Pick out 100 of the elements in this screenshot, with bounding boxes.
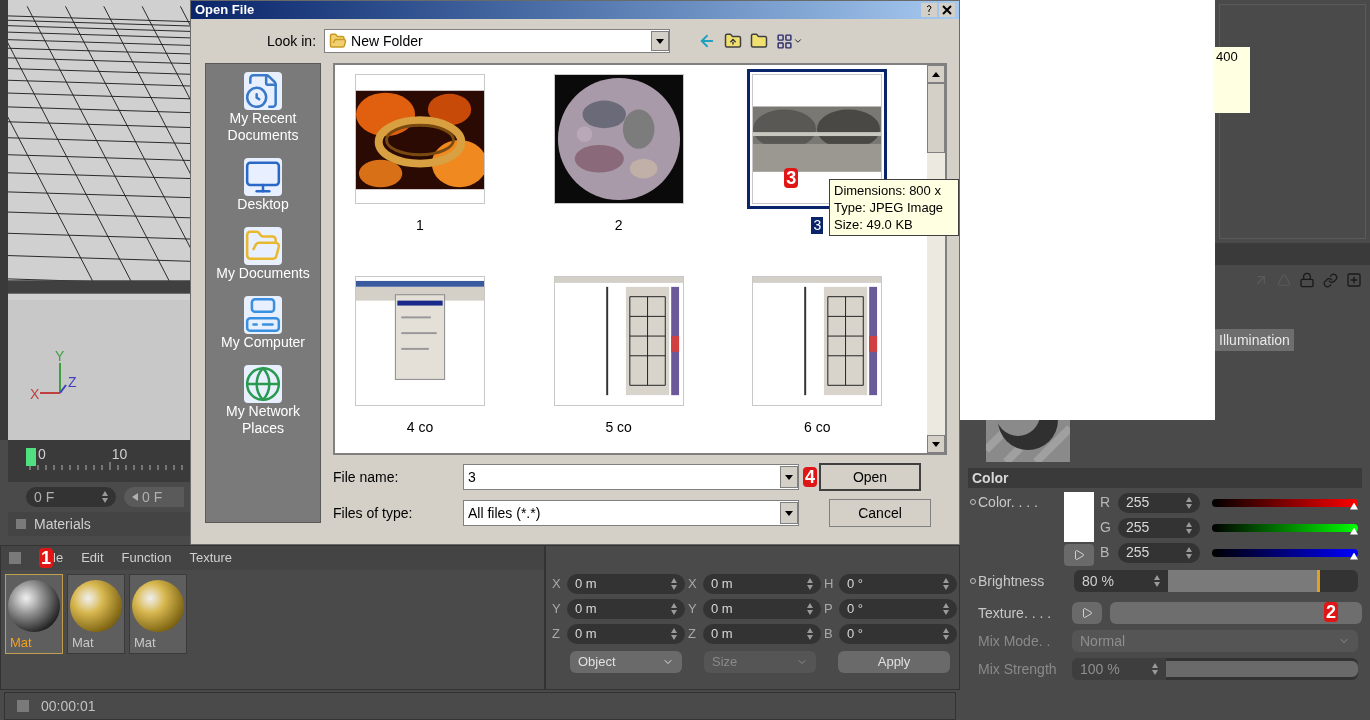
mode-dropdown[interactable]: Object (570, 651, 682, 673)
step-number: 4 (803, 467, 817, 487)
up-folder-icon[interactable] (724, 32, 743, 50)
help-button[interactable] (921, 3, 937, 17)
step-number: 1 (39, 548, 53, 568)
spinner-icon[interactable] (943, 603, 949, 615)
color-swatch[interactable] (1064, 492, 1094, 542)
material-tile[interactable]: Mat (129, 574, 187, 654)
material-sphere-icon (69, 579, 123, 633)
cancel-button[interactable]: Cancel (829, 499, 931, 527)
spinner-icon[interactable] (1186, 546, 1192, 559)
field-label: Mix Strength (978, 659, 1058, 679)
scroll-thumb[interactable] (927, 83, 945, 153)
number-field[interactable]: 80 % (1074, 570, 1168, 592)
menu-item[interactable]: Function (121, 548, 172, 568)
number-field[interactable]: 255 (1118, 517, 1200, 538)
dropdown-button[interactable] (651, 31, 670, 51)
field-label: Texture. . . . (978, 603, 1053, 623)
number-field[interactable]: 0 m (567, 624, 685, 644)
file-type-dropdown[interactable]: All files (*.*) (463, 500, 799, 526)
tooltip-line: Size: 49.0 KB (834, 216, 914, 233)
apply-button[interactable]: Apply (838, 651, 950, 673)
spinner-icon[interactable] (671, 603, 677, 615)
spinner-icon[interactable] (807, 603, 813, 615)
place-item[interactable]: My Computer (209, 296, 317, 351)
spinner-icon[interactable] (1186, 496, 1192, 509)
computer-icon (244, 296, 282, 334)
file-name: 4 co (405, 419, 435, 436)
folder-icon (244, 227, 282, 265)
number-field[interactable]: 0 m (567, 574, 685, 594)
file-item[interactable]: 4 co (349, 271, 491, 453)
spinner-icon[interactable] (1186, 521, 1192, 534)
open-button[interactable]: Open (819, 463, 921, 491)
spinner-icon[interactable] (943, 628, 949, 640)
color-slider[interactable] (1212, 523, 1358, 532)
tab[interactable]: Illumination (1215, 329, 1294, 351)
tooltip-line: Dimensions: 800 x (834, 182, 942, 199)
brightness-slider[interactable] (1168, 570, 1358, 592)
play-icon[interactable] (1072, 602, 1102, 624)
spinner-icon[interactable] (671, 578, 677, 590)
grip-icon (9, 552, 21, 564)
grip-icon (16, 519, 26, 529)
number-field[interactable]: 0 ° (839, 599, 957, 619)
slider-thumb[interactable] (1350, 527, 1358, 535)
panel-title: Materials (34, 514, 91, 534)
menu-item[interactable]: Edit (81, 548, 104, 568)
number-field[interactable]: 0 m (703, 624, 821, 644)
look-in-dropdown[interactable]: New Folder (324, 29, 671, 53)
spinner-icon[interactable] (671, 628, 677, 640)
file-name: 5 co (604, 419, 633, 436)
spinner-icon[interactable] (1154, 575, 1160, 587)
view-menu-button[interactable] (776, 32, 804, 50)
axis-label: Z (688, 625, 697, 644)
axis-label: H (824, 575, 835, 594)
number-field[interactable]: 0 m (703, 599, 821, 619)
slider-thumb[interactable] (1350, 502, 1358, 510)
color-slider[interactable] (1212, 498, 1358, 507)
spinner-icon[interactable] (807, 628, 813, 640)
menu-item[interactable]: le (53, 548, 64, 568)
field-label: Color. . . . (978, 493, 1039, 512)
timeline[interactable]: 0 10 (8, 440, 190, 482)
play-icon[interactable] (1064, 544, 1094, 566)
file-type-label: Files of type: (333, 503, 414, 523)
axis-label: B (824, 625, 834, 644)
color-slider[interactable] (1212, 548, 1358, 557)
material-tile[interactable]: Mat (67, 574, 125, 654)
spinner-icon[interactable] (807, 578, 813, 590)
axis-label: P (824, 600, 834, 619)
place-item[interactable]: My Documents (209, 227, 317, 282)
frame-field[interactable]: 0 F (26, 487, 116, 507)
file-item[interactable]: 5 co (547, 271, 690, 453)
dropdown-button[interactable] (780, 502, 798, 524)
menu-item[interactable]: Texture (189, 548, 233, 568)
file-item[interactable]: 6 co (746, 271, 889, 453)
number-field[interactable]: 0 m (567, 599, 685, 619)
spinner-icon[interactable] (943, 578, 949, 590)
texture-field[interactable] (1110, 602, 1362, 624)
number-field[interactable]: 0 ° (839, 574, 957, 594)
tooltip-line: Type: JPEG Image (834, 199, 945, 216)
slider-thumb[interactable] (1350, 552, 1358, 560)
dropdown-button[interactable] (780, 466, 798, 488)
globe-icon (244, 365, 282, 403)
number-field[interactable]: 0 m (703, 574, 821, 594)
new-folder-icon[interactable] (750, 32, 769, 50)
number-field[interactable]: 255 (1118, 492, 1200, 513)
axis-label: Y (552, 600, 562, 619)
tick-label: 0 (38, 446, 46, 462)
grip-icon (17, 700, 29, 712)
place-item[interactable]: My Network Places (209, 365, 317, 437)
spinner-icon[interactable] (102, 491, 108, 503)
file-item[interactable]: 1 (349, 69, 491, 251)
number-field[interactable]: 0 ° (839, 624, 957, 644)
axis-label: Z (68, 374, 77, 390)
file-item[interactable]: 2 (547, 69, 690, 251)
place-item[interactable]: Desktop (209, 158, 317, 213)
file-name-field[interactable]: 3 (463, 464, 799, 490)
material-label: Mat (9, 634, 32, 652)
close-button[interactable] (939, 3, 955, 17)
place-item[interactable]: My Recent Documents (209, 72, 317, 144)
number-field[interactable]: 255 (1118, 542, 1200, 563)
